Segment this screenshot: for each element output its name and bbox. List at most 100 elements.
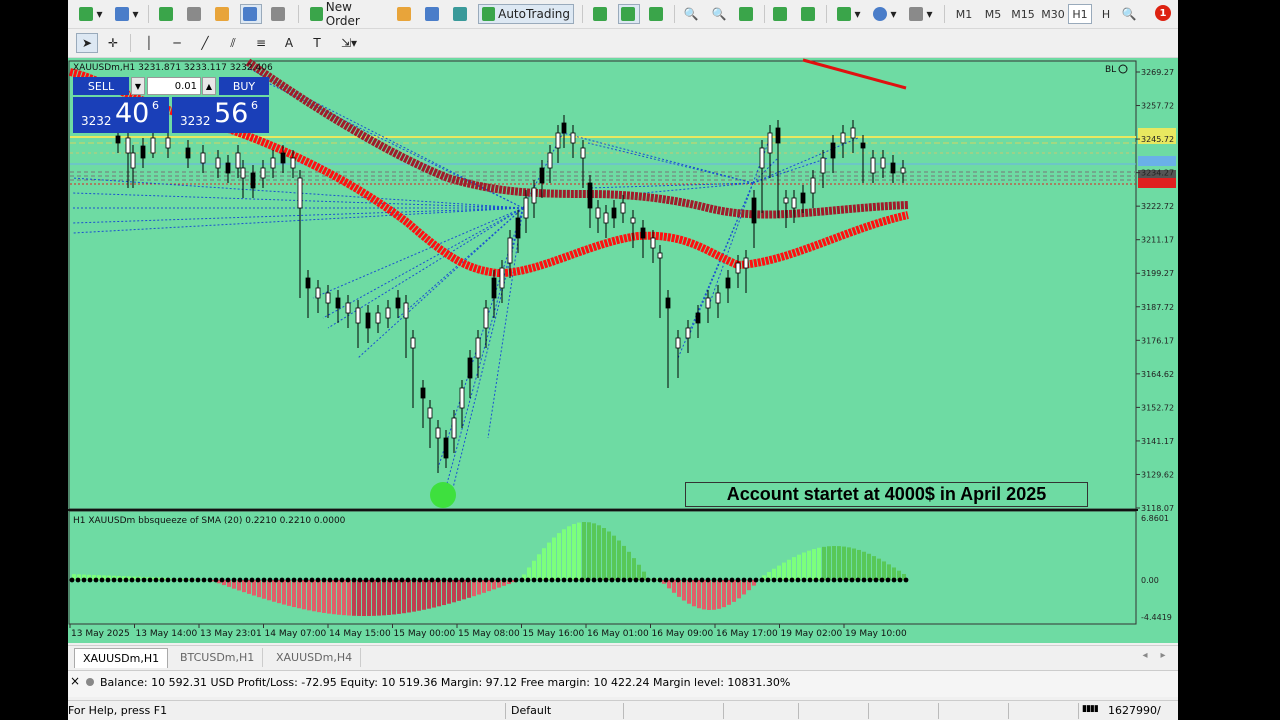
squeeze-dot [465, 577, 471, 583]
profile-name: Default [511, 704, 552, 717]
autoscroll-icon[interactable] [798, 4, 820, 24]
notification-badge[interactable]: 1 [1155, 5, 1171, 21]
timeframe-m1[interactable]: M1 [952, 4, 976, 24]
crosshair-icon[interactable]: ✛ [102, 33, 124, 53]
histogram-bar [382, 580, 386, 616]
histogram-bar [442, 580, 446, 606]
fibonacci-icon[interactable]: ≡ [250, 33, 272, 53]
price-label: 3245.72 [1141, 135, 1174, 144]
price-label: 3257.72 [1141, 102, 1174, 111]
histogram-bar [462, 580, 466, 600]
data-window-icon[interactable] [184, 4, 206, 24]
templates-icon[interactable]: ▾ [906, 4, 936, 24]
histogram-bar [317, 580, 321, 613]
shapes-icon[interactable]: ⇲▾ [334, 33, 364, 53]
time-label: 16 May 17:00 [716, 629, 778, 639]
zoom-out-icon[interactable]: 🔍 [708, 4, 730, 24]
timeframe-m5[interactable]: M5 [980, 4, 1006, 24]
sell-button[interactable]: SELL [73, 77, 129, 95]
candle-body [783, 197, 789, 204]
candle-body [325, 292, 331, 304]
bar-chart-icon[interactable] [590, 4, 612, 24]
squeeze-dot [75, 577, 81, 583]
tab-btcusdm-h1[interactable]: BTCUSDm,H1 [172, 648, 264, 667]
histogram-bar [862, 551, 866, 580]
sell-price[interactable]: 3232 40 6 [73, 97, 169, 133]
trend-line-red [802, 58, 907, 90]
horizontal-line-icon[interactable]: ─ [166, 33, 188, 53]
histogram-bar [362, 580, 366, 616]
squeeze-dot [219, 577, 225, 583]
zoom-in-icon[interactable]: 🔍 [680, 4, 702, 24]
cursor-icon[interactable]: ➤ [76, 33, 98, 53]
indicators-icon[interactable]: ▾ [834, 4, 864, 24]
candle-body [603, 212, 609, 224]
lot-size-input[interactable]: 0.01 [147, 77, 201, 95]
indicator-header: H1 XAUUSDm bbsqueeze of SMA (20) 0.2210 … [73, 516, 346, 526]
terminal-icon[interactable] [240, 4, 262, 24]
chart-window[interactable]: 3269.27 3257.72 3245.72 3234.27 3222.72 3211.… [68, 58, 1178, 643]
chart-canvas[interactable]: 3269.27 3257.72 3245.72 3234.27 3222.72 3211.… [68, 58, 1178, 643]
buy-price[interactable]: 3232 56 6 [172, 97, 269, 133]
candle-body [735, 262, 741, 274]
squeeze-dot [621, 577, 627, 583]
new-chart-icon[interactable]: ▾ [76, 4, 106, 24]
periods-icon[interactable]: ▾ [870, 4, 900, 24]
tab-scroll-left-icon[interactable]: ◂ [1138, 647, 1152, 663]
histogram-bar [252, 580, 256, 596]
auto-trading-button[interactable]: AutoTrading [478, 4, 574, 24]
histogram-bar [312, 580, 316, 612]
squeeze-dot [573, 577, 579, 583]
search-icon[interactable]: 🔍 [1118, 4, 1140, 24]
histogram-bar [322, 580, 326, 613]
candle-body [523, 197, 529, 219]
candle-body [767, 132, 773, 154]
buy-button[interactable]: BUY [219, 77, 269, 95]
trendline-icon[interactable]: ╱ [194, 33, 216, 53]
metaeditor-icon[interactable] [394, 4, 416, 24]
strategy-tester-icon[interactable] [268, 4, 290, 24]
profiles-icon[interactable]: ▾ [112, 4, 142, 24]
histogram-bar [817, 547, 821, 580]
candle-body [410, 337, 416, 349]
squeeze-dot [369, 577, 375, 583]
candlestick-icon[interactable] [618, 4, 640, 24]
vertical-line-icon[interactable]: │ [138, 33, 160, 53]
timeframe-m30[interactable]: M30 [1038, 4, 1068, 24]
timeframe-m15[interactable]: M15 [1008, 4, 1038, 24]
text-label-icon[interactable]: T [306, 33, 328, 53]
histogram-bar [357, 580, 361, 616]
tab-xauusdm-h1[interactable]: XAUUSDm,H1 [74, 648, 169, 668]
timeframe-h4[interactable]: H [1096, 4, 1116, 24]
tab-scroll-right-icon[interactable]: ▸ [1156, 647, 1170, 663]
histogram-bar [567, 526, 571, 580]
chart-shift-icon[interactable] [770, 4, 792, 24]
channel-icon[interactable]: ⫽ [222, 33, 244, 53]
signals-icon[interactable] [422, 4, 444, 24]
candle-body [345, 302, 351, 314]
histogram-bar [457, 580, 461, 601]
market-watch-icon[interactable] [156, 4, 178, 24]
candle-body [451, 417, 457, 439]
squeeze-dot [459, 577, 465, 583]
squeeze-dot [849, 577, 855, 583]
histogram-bar [387, 580, 391, 615]
squeeze-dot [207, 577, 213, 583]
squeeze-dot [525, 577, 531, 583]
lot-increase-icon[interactable]: ▲ [202, 77, 216, 95]
lot-decrease-icon[interactable]: ▼ [131, 77, 145, 95]
text-icon[interactable]: A [278, 33, 300, 53]
histogram-bar [612, 535, 616, 580]
close-terminal-icon[interactable]: × [70, 674, 80, 688]
market-icon[interactable] [450, 4, 472, 24]
fan-line [72, 207, 524, 234]
tab-xauusdm-h4[interactable]: XAUUSDm,H4 [268, 648, 362, 667]
moving-average-dark [245, 58, 909, 219]
line-chart-icon[interactable] [646, 4, 668, 24]
navigator-icon[interactable] [212, 4, 234, 24]
histogram-bar [307, 580, 311, 611]
histogram-bar [787, 559, 791, 580]
timeframe-h1[interactable]: H1 [1068, 4, 1092, 24]
tile-windows-icon[interactable] [736, 4, 758, 24]
new-order-button[interactable]: New Order [306, 0, 388, 28]
